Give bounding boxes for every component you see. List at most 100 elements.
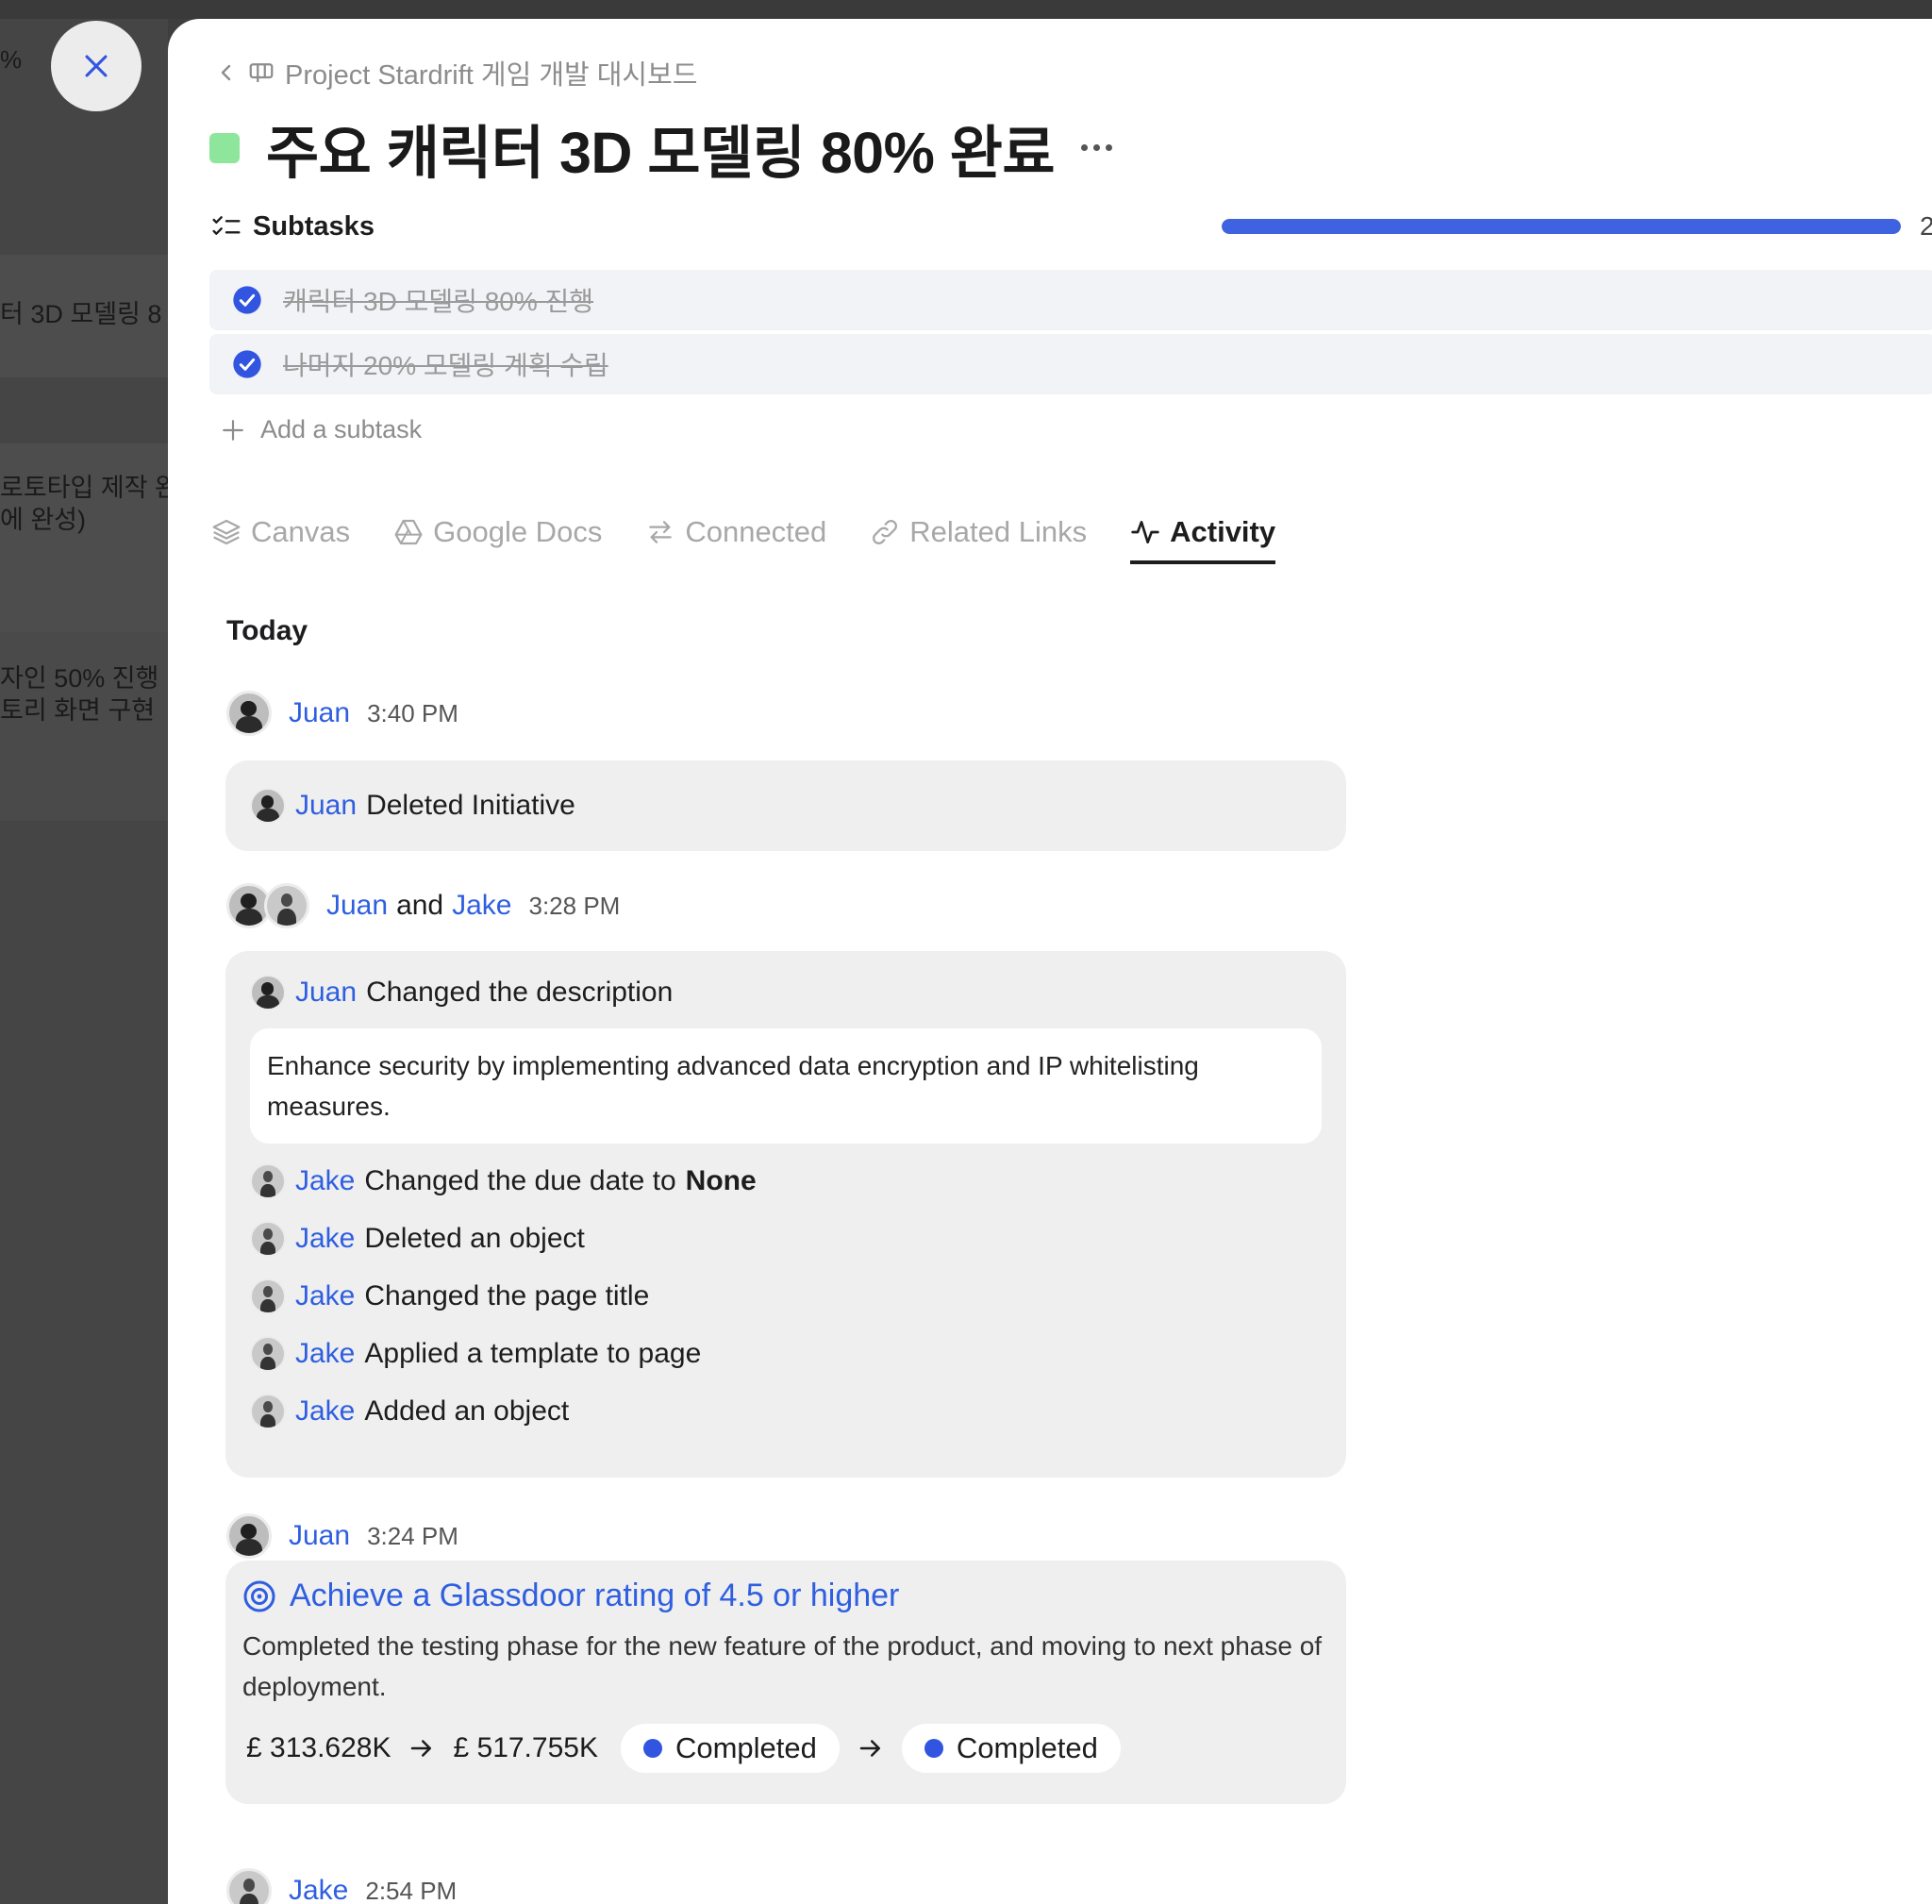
activity-group-header: Juan and Jake 3:28 PM [226,883,620,928]
actor-name[interactable]: Jake [295,1280,355,1312]
actor-name[interactable]: Jake [452,890,511,922]
actor-name[interactable]: Juan [289,1520,350,1552]
activity-text: Added an object [364,1395,570,1427]
activity-card: Juan Deleted Initiative [225,760,1346,851]
activity-text: Changed the page title [364,1280,650,1311]
avatar[interactable] [226,691,272,736]
status-badge: Completed [901,1724,1121,1773]
actor-name[interactable]: Jake [295,1395,355,1428]
window-top-bar [0,0,1932,19]
tab-label: Canvas [251,515,351,548]
subtask-item[interactable]: 캐릭터 3D 모델링 80% 진행 [209,270,1932,330]
background-card-text: 로토타입 제작 완 [0,474,168,502]
checklist-icon [212,215,241,235]
goal-title[interactable]: Achieve a Glassdoor rating of 4.5 or hig… [290,1578,899,1614]
activity-text: Deleted an object [364,1223,585,1254]
actor-name[interactable]: Jake [295,1165,355,1197]
tab-canvas[interactable]: Canvas [211,515,350,560]
avatar[interactable] [264,883,309,928]
subtask-item[interactable]: 나머지 20% 모델링 계획 수립 [209,334,1932,394]
avatar[interactable] [226,1513,272,1559]
actor-name[interactable]: Jake [289,1875,348,1904]
plus-icon [223,419,243,441]
tab-connected[interactable]: Connected [645,515,826,560]
avatar[interactable] [250,1336,286,1372]
activity-value: None [685,1165,757,1196]
tab-label: Connected [685,515,827,548]
activity-text: Changed the description [366,977,674,1008]
subtask-text[interactable]: 캐릭터 3D 모델링 80% 진행 [283,281,593,319]
actor-name[interactable]: Jake [295,1338,355,1370]
background-board: % 터 3D 모델링 8 로토타입 제작 완 에 완성) 자인 50% 진행 토… [0,19,168,1904]
activity-group-header: Juan 3:40 PM [226,691,458,736]
tab-label: Activity [1170,515,1276,548]
tab-related-links[interactable]: Related Links [870,515,1087,560]
actor-name[interactable]: Juan [289,697,350,729]
arrow-right-icon [859,1740,880,1757]
avatar[interactable] [250,788,286,824]
activity-text: Deleted Initiative [366,790,575,821]
more-options-icon[interactable] [1081,144,1113,151]
background-card-text: 터 3D 모델링 8 [0,300,162,328]
activity-entry: Jake Added an object [250,1393,1322,1430]
target-icon [243,1580,275,1612]
breadcrumb-text[interactable]: Project Stardrift 게임 개발 대시보드 [285,53,697,92]
breadcrumb[interactable]: Project Stardrift 게임 개발 대시보드 [215,53,697,92]
activity-entry: Jake Changed the page title [250,1278,1322,1315]
tab-label: Google Docs [433,515,603,548]
add-subtask-button[interactable]: Add a subtask [221,415,422,444]
close-button[interactable] [51,21,142,111]
activity-entry: Jake Changed the due date to None [250,1162,1322,1200]
status-dot [642,1739,662,1758]
subtasks-progress-bar [1222,219,1901,234]
actor-joiner: and [396,890,444,921]
subtasks-progress-fill [1222,219,1901,234]
background-card-text: 에 완성) [0,506,87,534]
subtask-text[interactable]: 나머지 20% 모델링 계획 수립 [283,345,608,383]
avatar[interactable] [250,975,286,1010]
actor-name[interactable]: Jake [295,1223,355,1255]
activity-day-label: Today [226,615,308,646]
actor-name[interactable]: Juan [295,977,357,1009]
tab-google-docs[interactable]: Google Docs [393,515,602,560]
background-card-text: 토리 화면 구현 [0,696,156,725]
status-square[interactable] [209,132,240,163]
page-title[interactable]: 주요 캐릭터 3D 모델링 80% 완료 [266,106,1056,190]
activity-icon [1131,521,1159,543]
activity-group-header: Jake 2:54 PM [226,1868,457,1904]
to-value: £ 517.755K [453,1732,598,1763]
activity-time: 3:40 PM [367,698,458,727]
avatar[interactable] [250,1394,286,1429]
background-card-text: 자인 50% 진행 [0,664,159,693]
avatar[interactable] [226,1868,272,1904]
swap-arrows-icon [649,521,673,543]
tab-label: Related Links [909,515,1088,548]
task-title-row: 주요 캐릭터 3D 모델링 80% 완료 [209,106,1113,190]
tab-activity[interactable]: Activity [1130,515,1276,564]
status-label: Completed [956,1731,1098,1764]
activity-entry: Jake Applied a template to page [250,1335,1322,1373]
status-badge: Completed [620,1724,840,1773]
avatar[interactable] [250,1221,286,1257]
actor-name[interactable]: Juan [326,890,388,922]
avatar[interactable] [250,1278,286,1314]
avatar[interactable] [250,1163,286,1199]
close-icon [85,55,108,77]
activity-card: Juan Changed the description Enhance sec… [225,951,1346,1478]
activity-time: 2:54 PM [365,1876,458,1904]
goal-link[interactable]: Achieve a Glassdoor rating of 4.5 or hig… [242,1578,1329,1614]
arrow-right-icon [411,1740,432,1757]
checked-circle-icon[interactable] [232,349,262,379]
checked-circle-icon[interactable] [232,285,262,315]
status-label: Completed [675,1731,817,1764]
activity-time: 3:28 PM [528,891,621,920]
status-dot [924,1739,943,1758]
activity-time: 3:24 PM [367,1521,458,1550]
add-subtask-label: Add a subtask [260,415,423,443]
activity-entry: Jake Deleted an object [250,1220,1322,1258]
background-percent: % [0,45,23,74]
board-icon [249,63,274,82]
chevron-left-icon[interactable] [215,61,238,84]
subtasks-count: 2 [1920,211,1932,241]
actor-name[interactable]: Juan [295,790,357,822]
